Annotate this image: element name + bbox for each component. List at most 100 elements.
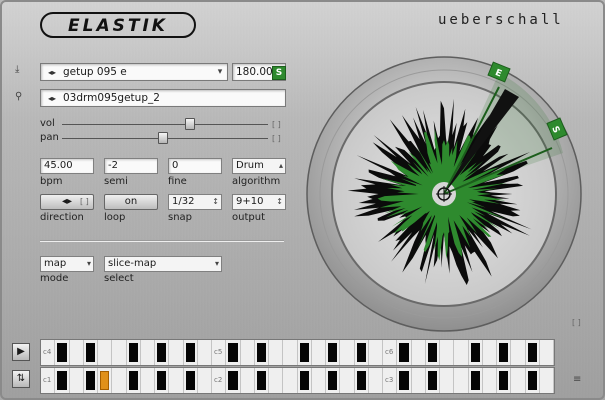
loop-button[interactable]: on <box>104 194 158 210</box>
piano-key[interactable] <box>397 368 412 393</box>
piano-key[interactable] <box>511 340 526 365</box>
sort-button[interactable]: ⇅ <box>12 370 30 388</box>
piano-key[interactable]: c1 <box>41 368 56 393</box>
piano-key[interactable] <box>112 368 127 393</box>
semi-field[interactable]: -2 <box>104 158 158 174</box>
piano-key[interactable] <box>483 340 497 365</box>
settings-sliders-icon[interactable]: ≡ <box>573 374 581 385</box>
chevron-down-icon[interactable]: ▾ <box>213 67 227 77</box>
piano-key[interactable] <box>241 368 255 393</box>
piano-key[interactable] <box>412 368 426 393</box>
direction-bracket: [ ] <box>80 197 89 206</box>
piano-key[interactable] <box>155 368 170 393</box>
piano-key[interactable] <box>426 368 440 393</box>
piano-key[interactable] <box>255 340 269 365</box>
preset-arrows-icon[interactable]: ◂▸ <box>41 68 63 77</box>
piano-key[interactable] <box>497 368 512 393</box>
piano-key[interactable] <box>369 340 383 365</box>
key-slot <box>399 371 409 390</box>
save-icon[interactable]: ⤓ <box>15 64 19 75</box>
piano-key[interactable] <box>155 340 170 365</box>
piano-key[interactable] <box>84 340 98 365</box>
piano-key[interactable] <box>127 340 141 365</box>
play-button[interactable]: ▶ <box>12 343 30 361</box>
piano-key[interactable] <box>326 368 341 393</box>
sync-badge[interactable]: S <box>272 66 286 80</box>
piano-key[interactable] <box>298 368 312 393</box>
preset-selector[interactable]: ◂▸ getup 095 e ▾ <box>40 63 228 81</box>
piano-key[interactable] <box>70 340 84 365</box>
snap-select[interactable]: 1/32 ↕ <box>168 194 222 210</box>
key-slot <box>328 371 338 390</box>
bpm-field[interactable]: 45.00 <box>40 158 94 174</box>
piano-key[interactable] <box>226 340 241 365</box>
piano-key[interactable] <box>283 340 298 365</box>
piano-key[interactable] <box>526 368 540 393</box>
piano-key[interactable] <box>369 368 383 393</box>
pan-slider-knob[interactable] <box>157 132 168 144</box>
piano-key[interactable] <box>454 368 469 393</box>
piano-key[interactable] <box>198 368 212 393</box>
vol-slider-knob[interactable] <box>184 118 195 130</box>
piano-key[interactable]: c4 <box>41 340 56 365</box>
piano-key[interactable] <box>269 368 284 393</box>
piano-key[interactable] <box>98 340 113 365</box>
piano-key[interactable] <box>55 368 70 393</box>
piano-key[interactable] <box>412 340 426 365</box>
piano-key[interactable] <box>426 340 440 365</box>
piano-key[interactable] <box>340 340 355 365</box>
piano-key[interactable] <box>98 368 113 393</box>
piano-key[interactable] <box>141 340 155 365</box>
piano-key[interactable] <box>340 368 355 393</box>
piano-key[interactable] <box>70 368 84 393</box>
piano-key[interactable]: c2 <box>212 368 227 393</box>
piano-key[interactable] <box>283 368 298 393</box>
piano-key[interactable] <box>255 368 269 393</box>
piano-key[interactable] <box>440 368 455 393</box>
output-select[interactable]: 9+10 ↕ <box>232 194 286 210</box>
waveform-dial[interactable]: E S <box>305 55 583 333</box>
select-dropdown[interactable]: slice-map ▾ <box>104 256 222 272</box>
piano-key[interactable] <box>141 368 155 393</box>
piano-key[interactable] <box>312 340 326 365</box>
piano-key[interactable] <box>184 340 198 365</box>
algorithm-select[interactable]: Drum ▴ <box>232 158 286 174</box>
piano-key[interactable]: c5 <box>212 340 227 365</box>
sample-selector[interactable]: ◂▸ 03drm095getup_2 <box>40 89 286 107</box>
piano-key[interactable] <box>469 368 483 393</box>
piano-key[interactable] <box>440 340 455 365</box>
piano-key[interactable]: c3 <box>383 368 398 393</box>
piano-key[interactable] <box>169 368 184 393</box>
key-slot <box>157 343 167 362</box>
piano-key[interactable] <box>112 340 127 365</box>
piano-key[interactable] <box>469 340 483 365</box>
piano-key[interactable] <box>127 368 141 393</box>
piano-key[interactable] <box>397 340 412 365</box>
piano-key[interactable] <box>540 340 554 365</box>
piano-key[interactable] <box>483 368 497 393</box>
search-icon[interactable]: ⚲ <box>15 91 22 102</box>
piano-key[interactable] <box>540 368 554 393</box>
piano-key[interactable]: c6 <box>383 340 398 365</box>
piano-key[interactable] <box>526 340 540 365</box>
piano-key[interactable] <box>454 340 469 365</box>
piano-key[interactable] <box>355 368 369 393</box>
piano-key[interactable] <box>241 340 255 365</box>
piano-key[interactable] <box>84 368 98 393</box>
vol-track[interactable] <box>62 124 268 125</box>
piano-key[interactable] <box>169 340 184 365</box>
piano-key[interactable] <box>511 368 526 393</box>
sample-arrows-icon[interactable]: ◂▸ <box>41 94 63 103</box>
piano-key[interactable] <box>55 340 70 365</box>
piano-key[interactable] <box>355 340 369 365</box>
piano-key[interactable] <box>226 368 241 393</box>
piano-key[interactable] <box>269 340 284 365</box>
mode-select[interactable]: map ▾ <box>40 256 94 272</box>
piano-key[interactable] <box>298 340 312 365</box>
piano-key[interactable] <box>198 340 212 365</box>
piano-key[interactable] <box>497 340 512 365</box>
piano-key[interactable] <box>184 368 198 393</box>
piano-key[interactable] <box>326 340 341 365</box>
piano-key[interactable] <box>312 368 326 393</box>
fine-field[interactable]: 0 <box>168 158 222 174</box>
